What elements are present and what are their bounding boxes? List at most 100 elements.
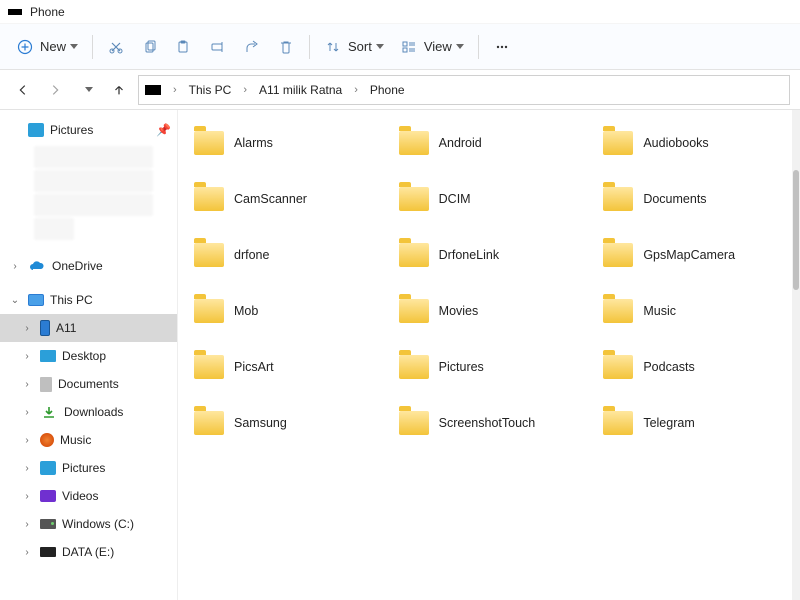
scrollbar[interactable]	[792, 110, 800, 600]
sidebar-item-desktop[interactable]: › Desktop	[0, 342, 177, 370]
forward-button[interactable]	[42, 77, 68, 103]
sidebar-label: DATA (E:)	[62, 545, 171, 559]
back-button[interactable]	[10, 77, 36, 103]
folder-item[interactable]: drfone	[188, 236, 383, 274]
window-title: Phone	[30, 5, 65, 19]
folder-label: DCIM	[439, 192, 471, 206]
folder-item[interactable]: Audiobooks	[597, 124, 792, 162]
chevron-down-icon	[376, 44, 384, 49]
breadcrumb[interactable]: › This PC › A11 milik Ratna › Phone	[138, 75, 790, 105]
expand-icon[interactable]: ›	[20, 351, 34, 362]
sidebar-item-downloads[interactable]: › Downloads	[0, 398, 177, 426]
view-label: View	[424, 39, 452, 54]
sidebar-item-thispc[interactable]: ⌄ This PC	[0, 286, 177, 314]
new-label: New	[40, 39, 66, 54]
folder-item[interactable]: Movies	[393, 292, 588, 330]
folder-item[interactable]: Documents	[597, 180, 792, 218]
chevron-down-icon	[456, 44, 464, 49]
folder-label: drfone	[234, 248, 269, 262]
sidebar-item-ddrive[interactable]: › DATA (E:)	[0, 538, 177, 566]
folder-item[interactable]: DCIM	[393, 180, 588, 218]
folder-item[interactable]: Podcasts	[597, 348, 792, 386]
folder-item[interactable]: GpsMapCamera	[597, 236, 792, 274]
sidebar-label: Pictures	[62, 461, 171, 475]
folder-label: Alarms	[234, 136, 273, 150]
folder-item[interactable]: CamScanner	[188, 180, 383, 218]
share-button[interactable]	[235, 31, 269, 63]
address-row: › This PC › A11 milik Ratna › Phone	[0, 70, 800, 110]
expand-icon[interactable]: ›	[20, 519, 34, 530]
expand-icon[interactable]: ›	[20, 435, 34, 446]
breadcrumb-item[interactable]: This PC	[189, 83, 232, 97]
sidebar[interactable]: Pictures 📌 › OneDrive ⌄ This PC › A11 ›	[0, 110, 178, 600]
recent-button[interactable]	[74, 77, 100, 103]
folder-label: GpsMapCamera	[643, 248, 735, 262]
sidebar-item-pictures[interactable]: Pictures 📌	[0, 116, 177, 144]
breadcrumb-item[interactable]: A11 milik Ratna	[259, 83, 342, 97]
cut-button[interactable]	[99, 31, 133, 63]
sidebar-item-documents[interactable]: › Documents	[0, 370, 177, 398]
expand-icon[interactable]: ›	[20, 547, 34, 558]
folder-icon	[399, 131, 429, 155]
videos-icon	[40, 490, 56, 502]
more-icon	[493, 38, 511, 56]
folder-item[interactable]: ScreenshotTouch	[393, 404, 588, 442]
expand-icon[interactable]: ›	[20, 491, 34, 502]
breadcrumb-item[interactable]: Phone	[370, 83, 405, 97]
folder-label: Samsung	[234, 416, 287, 430]
folder-item[interactable]: Pictures	[393, 348, 588, 386]
trash-icon	[277, 38, 295, 56]
new-button[interactable]: New	[8, 31, 86, 63]
desktop-icon	[40, 350, 56, 362]
sort-button[interactable]: Sort	[316, 31, 392, 63]
sidebar-item-pictures-sub[interactable]: › Pictures	[0, 454, 177, 482]
sidebar-label: This PC	[50, 293, 171, 307]
folder-icon	[603, 187, 633, 211]
copy-button[interactable]	[133, 31, 167, 63]
sidebar-label: Downloads	[64, 405, 171, 419]
device-icon	[8, 9, 22, 15]
separator	[309, 35, 310, 59]
folder-item[interactable]: Alarms	[188, 124, 383, 162]
folder-item[interactable]: Android	[393, 124, 588, 162]
up-button[interactable]	[106, 77, 132, 103]
rename-button[interactable]	[201, 31, 235, 63]
expand-icon[interactable]: ›	[20, 407, 34, 418]
collapse-icon[interactable]: ⌄	[8, 295, 22, 306]
pc-icon	[28, 294, 44, 306]
expand-icon[interactable]: ›	[20, 463, 34, 474]
sidebar-item-a11[interactable]: › A11	[0, 314, 177, 342]
folder-item[interactable]: DrfoneLink	[393, 236, 588, 274]
folder-item[interactable]: Mob	[188, 292, 383, 330]
phone-icon	[40, 320, 50, 336]
expand-icon[interactable]: ›	[8, 261, 22, 272]
view-button[interactable]: View	[392, 31, 472, 63]
folder-item[interactable]: Telegram	[597, 404, 792, 442]
expand-icon[interactable]: ›	[20, 323, 34, 334]
folder-label: Mob	[234, 304, 258, 318]
main-pane[interactable]: Alarms Android Audiobooks CamScanner DCIM Doc…	[178, 110, 800, 600]
delete-button[interactable]	[269, 31, 303, 63]
folder-icon	[399, 243, 429, 267]
folder-item[interactable]: Music	[597, 292, 792, 330]
sidebar-item-onedrive[interactable]: › OneDrive	[0, 252, 177, 280]
folder-icon	[194, 131, 224, 155]
folder-label: DrfoneLink	[439, 248, 499, 262]
scrollbar-thumb[interactable]	[793, 170, 799, 290]
folder-icon	[194, 411, 224, 435]
sidebar-item-cdrive[interactable]: › Windows (C:)	[0, 510, 177, 538]
pictures-icon	[28, 123, 44, 137]
folder-label: Audiobooks	[643, 136, 708, 150]
sidebar-item-music[interactable]: › Music	[0, 426, 177, 454]
folder-icon	[194, 299, 224, 323]
folder-item[interactable]: PicsArt	[188, 348, 383, 386]
downloads-icon	[40, 403, 58, 421]
paste-button[interactable]	[167, 31, 201, 63]
more-button[interactable]	[485, 31, 519, 63]
folder-icon	[194, 243, 224, 267]
expand-icon[interactable]: ›	[20, 379, 34, 390]
sidebar-item-videos[interactable]: › Videos	[0, 482, 177, 510]
folder-item[interactable]: Samsung	[188, 404, 383, 442]
folder-icon	[603, 243, 633, 267]
sidebar-label: Desktop	[62, 349, 171, 363]
